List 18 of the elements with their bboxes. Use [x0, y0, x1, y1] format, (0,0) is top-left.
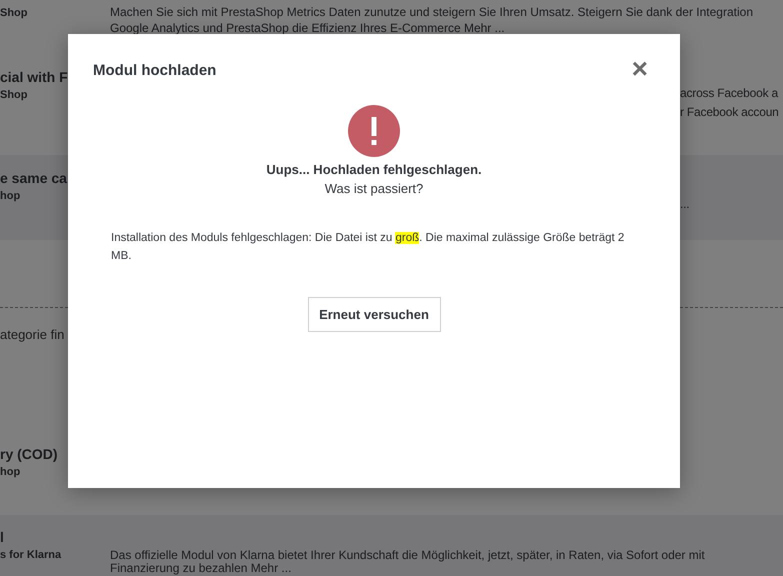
modal-title: Modul hochladen [93, 62, 216, 78]
error-subheading: Was ist passiert? [324, 181, 424, 196]
error-message: Installation des Moduls fehlgeschlagen: Die Datei ist zu groß. Die maximal zulässige Größe beträgt 2 MB. [111, 231, 626, 264]
error-heading: Uups... Hochladen fehlgeschlagen. [266, 162, 482, 177]
module-description: ... [680, 196, 690, 213]
category-hint: ategorie fin [0, 327, 64, 342]
module-description: Machen Sie sich mit PrestaShop Metrics Daten zunutze und steigern Sie Ihren Umsatz. Steigern Sie dank der Integration Google Analytics und PrestaShop die Effizienz Ihres E-Commerce Mehr ... [110, 4, 753, 36]
module-author: hop [0, 465, 22, 480]
module-author: Shop [0, 88, 28, 103]
close-button[interactable]: × [624, 58, 655, 80]
module-description: across Facebook a r Facebook accoun [680, 85, 779, 121]
module-author: Shop [0, 6, 28, 21]
module-author: s for Klarna [0, 548, 62, 563]
retry-button[interactable]: Erneut versuchen [308, 297, 440, 332]
module-description: Das offizielle Modul von Klarna bietet Ihrer Kundschaft die Möglichkeit, jetzt, später, in Raten, via Sofort oder mit Finanzierung zu bezahlen Mehr ... [110, 549, 705, 575]
error-icon [348, 105, 400, 157]
module-author: hop [0, 189, 22, 204]
module-title[interactable]: l [0, 527, 110, 547]
